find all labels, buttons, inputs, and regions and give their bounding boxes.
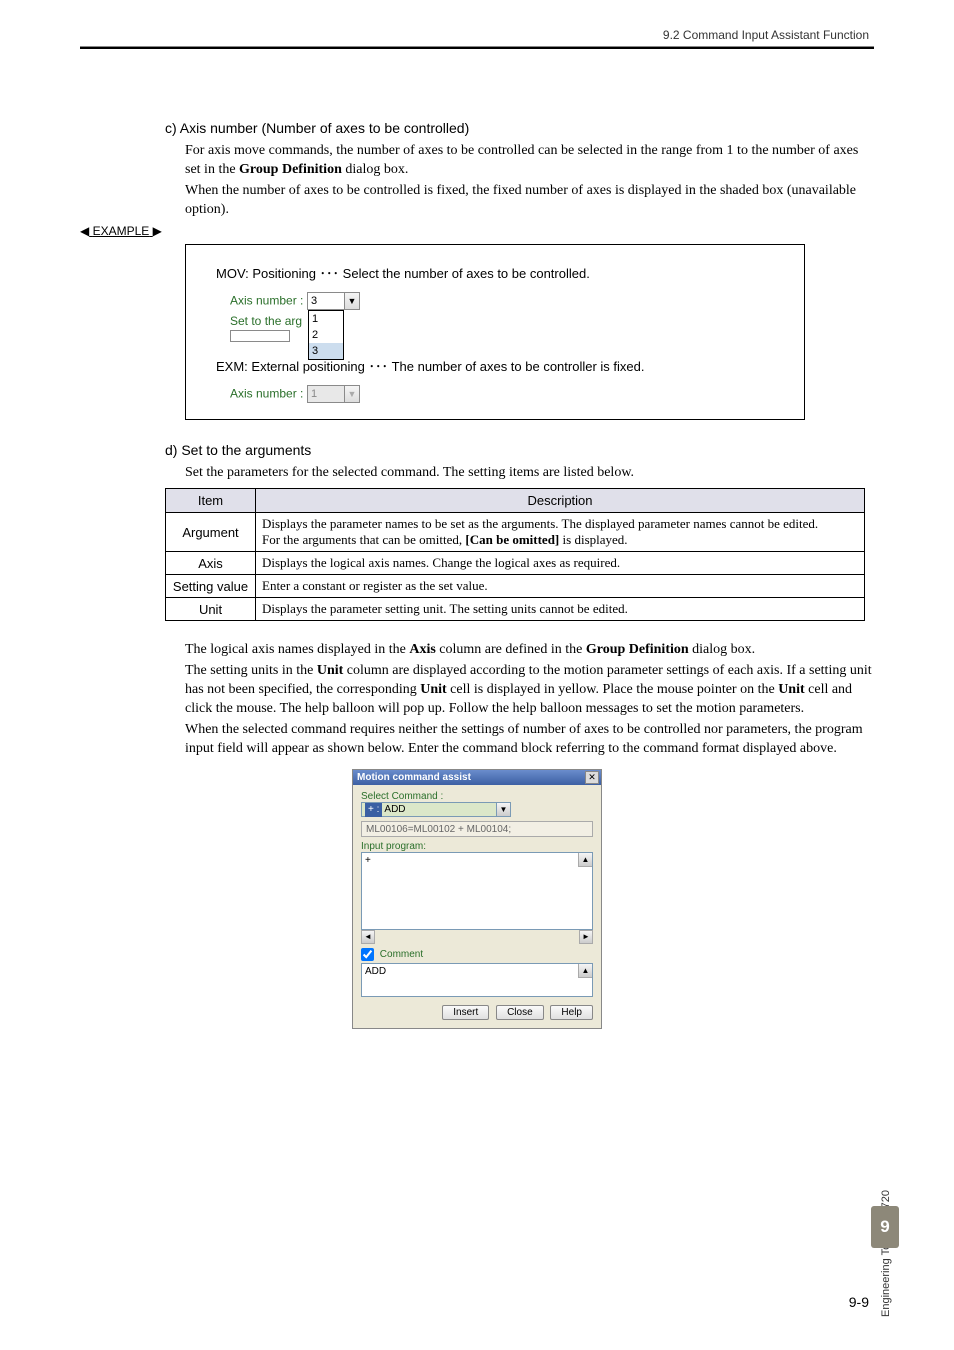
axis-number-frag-1: Axis number : 3▼ 1 2 3 Set to the arg	[230, 292, 784, 342]
command-format-box: ML00106=ML00102 + ML00104;	[361, 821, 593, 837]
scroll-up-icon[interactable]: ▲	[578, 964, 592, 978]
section-c-p2: When the number of axes to be controlled…	[185, 182, 874, 220]
cell-item: Axis	[166, 552, 256, 575]
horizontal-scrollbar[interactable]: ◄ ►	[361, 930, 593, 944]
input-program-label: Input program:	[361, 841, 593, 852]
axis-option-2[interactable]: 2	[309, 327, 343, 343]
cell-item: Argument	[166, 513, 256, 552]
select-command-value: ADD	[384, 804, 405, 815]
para2-p1: The logical axis names displayed in the …	[185, 641, 874, 660]
cell-desc: Enter a constant or register as the set …	[256, 575, 865, 598]
axis-number-frag-2: Axis number : 1▼	[230, 385, 784, 403]
cell-item: Setting value	[166, 575, 256, 598]
scroll-up-icon[interactable]: ▲	[578, 853, 592, 867]
comment-checkbox-row: Comment	[361, 948, 593, 961]
example-box: MOV: Positioning ･･･ Select the number o…	[185, 244, 805, 420]
set-to-arg-label: Set to the arg	[230, 314, 784, 328]
insert-button[interactable]: Insert	[442, 1005, 489, 1020]
select-command-label: Select Command :	[361, 791, 443, 802]
table-row: Axis Displays the logical axis names. Ch…	[166, 552, 865, 575]
chevron-down-icon[interactable]: ▼	[496, 803, 510, 816]
comment-label: Comment	[380, 949, 423, 960]
section-c-p1: For axis move commands, the number of ax…	[185, 142, 874, 180]
motion-command-assist-dialog: Motion command assist ✕ Select Command :…	[352, 769, 602, 1029]
header-breadcrumb: 9.2 Command Input Assistant Function	[663, 28, 869, 42]
scroll-left-icon[interactable]: ◄	[361, 930, 375, 944]
table-row: Unit Displays the parameter setting unit…	[166, 598, 865, 621]
axis-number-combo-disabled: 1▼	[307, 385, 360, 403]
arguments-table: Item Description Argument Displays the p…	[165, 488, 865, 621]
comment-value: ADD	[365, 966, 386, 977]
comment-textarea[interactable]: ADD ▲	[361, 963, 593, 997]
dialog-titlebar[interactable]: Motion command assist ✕	[353, 770, 601, 785]
cell-item: Unit	[166, 598, 256, 621]
header-rule	[80, 46, 874, 49]
table-row: Argument Displays the parameter names to…	[166, 513, 865, 552]
select-command-prefix: + :	[365, 803, 382, 817]
example-label: ◀ EXAMPLE ▶	[80, 224, 874, 238]
axis-number-label: Axis number :	[230, 293, 303, 307]
example-line1: MOV: Positioning ･･･ Select the number o…	[216, 263, 784, 282]
para2-p3: When the selected command requires neith…	[185, 721, 874, 759]
argument-partial-box	[230, 330, 290, 342]
select-command-combo[interactable]: + :ADD ▼	[361, 802, 511, 817]
axis-number-combo[interactable]: 3▼ 1 2 3	[307, 292, 360, 310]
section-d-intro: Set the parameters for the selected comm…	[185, 464, 874, 483]
page-number: 9-9	[849, 1294, 869, 1310]
help-button[interactable]: Help	[550, 1005, 593, 1020]
chevron-down-icon[interactable]: ▼	[344, 293, 359, 309]
th-item: Item	[166, 489, 256, 513]
dialog-title: Motion command assist	[357, 772, 471, 783]
axis-number-value-2: 1	[308, 386, 344, 402]
close-icon[interactable]: ✕	[585, 771, 599, 784]
cell-desc: Displays the parameter setting unit. The…	[256, 598, 865, 621]
input-program-value: +	[365, 855, 371, 866]
chapter-tab: 9	[871, 1206, 899, 1248]
comment-checkbox[interactable]	[361, 948, 374, 961]
close-button[interactable]: Close	[496, 1005, 544, 1020]
para2-p2: The setting units in the Unit column are…	[185, 662, 874, 719]
section-d-title: d) Set to the arguments	[165, 442, 874, 458]
example-line2: EXM: External positioning ･･･ The number…	[216, 356, 784, 375]
scroll-right-icon[interactable]: ►	[579, 930, 593, 944]
th-desc: Description	[256, 489, 865, 513]
input-program-textarea[interactable]: + ▲	[361, 852, 593, 930]
chevron-down-icon-disabled: ▼	[344, 386, 359, 402]
table-row: Setting value Enter a constant or regist…	[166, 575, 865, 598]
axis-number-label-2: Axis number :	[230, 386, 303, 400]
axis-number-value: 3	[308, 293, 344, 309]
cell-desc: Displays the logical axis names. Change …	[256, 552, 865, 575]
section-c-title: c) Axis number (Number of axes to be con…	[165, 120, 874, 136]
cell-desc: Displays the parameter names to be set a…	[256, 513, 865, 552]
axis-option-3[interactable]: 3	[309, 343, 343, 359]
